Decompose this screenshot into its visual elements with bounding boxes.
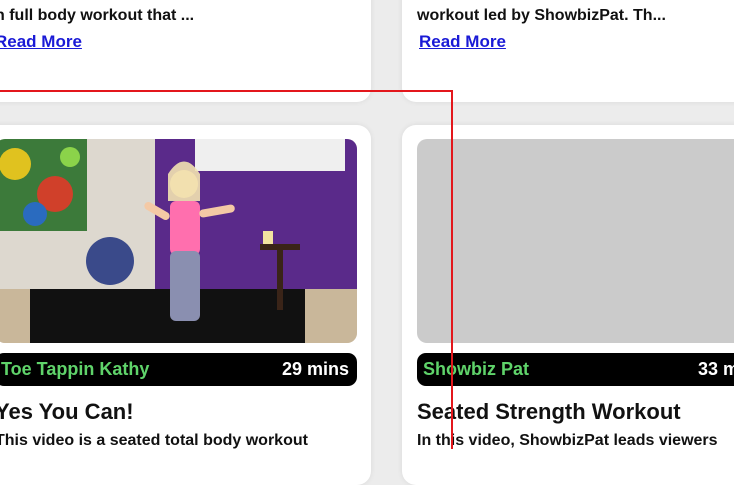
video-thumbnail-image xyxy=(0,139,357,343)
video-description: workout led by ShowbizPat. Th... xyxy=(417,7,666,24)
video-duration: 29 mins xyxy=(281,359,349,379)
selection-outline-right xyxy=(451,90,453,449)
video-description: This video is a seated total body workou… xyxy=(0,432,308,449)
video-title[interactable]: Seated Strength Workout xyxy=(417,399,681,425)
video-thumbnail-placeholder[interactable] xyxy=(417,139,734,343)
video-card: workout led by ShowbizPat. Th... Read Mo… xyxy=(402,0,734,102)
read-more-link[interactable]: Read More xyxy=(419,32,506,52)
video-info-bar: Showbiz Pat 33 m xyxy=(417,353,734,386)
video-title[interactable]: Yes You Can! xyxy=(0,399,134,425)
read-more-link[interactable]: Read More xyxy=(0,32,82,52)
video-duration: 33 m xyxy=(698,359,734,379)
instructor-name[interactable]: Showbiz Pat xyxy=(423,359,529,380)
video-thumbnail[interactable] xyxy=(0,139,357,343)
video-description: In this video, ShowbizPat leads viewers xyxy=(417,432,718,449)
video-info-bar: Toe Tappin Kathy 29 mins xyxy=(0,353,357,386)
video-description: n full body workout that ... xyxy=(0,7,195,24)
instructor-name[interactable]: Toe Tappin Kathy xyxy=(1,359,149,380)
selection-outline-top xyxy=(0,90,453,92)
video-card: n full body workout that ... Read More xyxy=(0,0,371,102)
video-card: Toe Tappin Kathy 29 mins Yes You Can! Th… xyxy=(0,125,371,485)
